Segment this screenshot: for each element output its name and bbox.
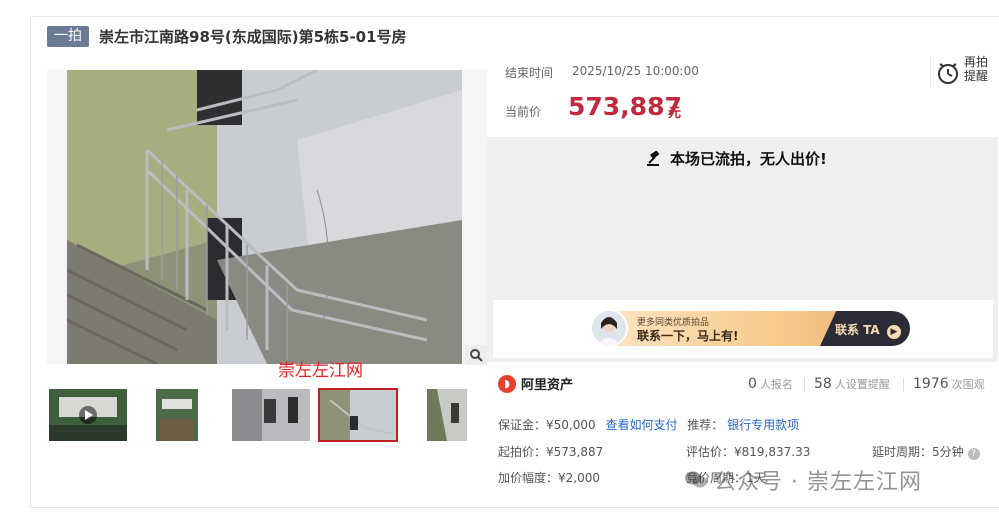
appraisal-price: 评估价：¥819,837.33 <box>686 445 811 459</box>
main-photo[interactable] <box>47 70 487 364</box>
building-thumb-image <box>49 389 127 441</box>
thumbnail-building[interactable] <box>138 389 216 441</box>
thumbnail-video[interactable] <box>49 389 127 441</box>
gavel-icon <box>647 150 660 166</box>
ali-assets-icon: ◗ <box>498 374 516 393</box>
corridor-thumb-image <box>232 389 310 441</box>
remind-label[interactable]: 再拍提醒 <box>964 55 992 83</box>
price-unit: 元 <box>668 106 682 121</box>
contact-ta-button[interactable]: 联系 TA ▶ <box>835 321 901 339</box>
signups-count: 0 <box>748 376 757 392</box>
stairs-thumb-image <box>427 389 467 441</box>
views-stat: 1976 次围观 <box>913 376 985 392</box>
agent-avatar <box>590 309 628 347</box>
zoom-icon[interactable] <box>465 345 487 365</box>
thumbnail-corridor[interactable] <box>232 389 310 441</box>
current-price-label: 当前价 <box>505 105 542 119</box>
help-icon[interactable]: ? <box>967 448 980 460</box>
person-icon <box>592 311 626 345</box>
signups-stat: 0 人报名 <box>748 376 793 392</box>
thumbnail-stairs-partial[interactable] <box>427 389 467 441</box>
wechat-watermark-text: 公众号 · 崇左左江网 <box>714 470 922 495</box>
page-title: 崇左市江南路98号(东成国际)第5栋5-01号房 <box>99 28 407 46</box>
wechat-watermark: 公众号 · 崇左左江网 <box>684 464 922 496</box>
divider <box>903 378 904 392</box>
delay-period: 延时周期：5分钟? <box>872 443 980 460</box>
current-price-value: 573,887 <box>568 92 682 121</box>
auction-round-tag: 一拍 <box>47 26 89 47</box>
status-message: 本场已流拍，无人出价! <box>670 150 827 168</box>
auction-status: 本场已流拍，无人出价! <box>646 148 827 169</box>
how-to-pay-link[interactable]: 查看如何支付 <box>605 418 677 432</box>
recommend-label: 推荐： <box>687 418 724 432</box>
photo-watermark: 崇左左江网 <box>278 361 363 381</box>
banner-title: 联系一下，马上有! <box>637 329 739 343</box>
reminders-stat: 58 人设置提醒 <box>814 376 890 392</box>
contact-ta-label: 联系 TA <box>835 323 880 337</box>
divider <box>804 378 805 392</box>
wechat-icon <box>685 471 707 488</box>
bank-payment-link[interactable]: 银行专用款项 <box>727 418 799 432</box>
building-thumb-image <box>156 389 198 441</box>
signups-label: 人报名 <box>759 378 793 391</box>
start-price: 起拍价：¥573,887 <box>498 445 604 459</box>
delay-period-value: 延时周期：5分钟 <box>872 445 964 459</box>
thumbnail-stairwell-selected[interactable] <box>318 388 398 442</box>
bid-increment: 加价幅度：¥2,000 <box>498 471 600 485</box>
chevron-right-icon: ▶ <box>886 325 901 339</box>
deposit-row: 保证金：¥50,000 查看如何支付 推荐： 银行专用款项 <box>498 416 799 433</box>
reminders-count: 58 <box>814 376 832 392</box>
ali-assets-name: 阿里资产 <box>521 378 574 393</box>
stairwell-thumb-image <box>320 390 396 440</box>
views-count: 1976 <box>913 376 949 392</box>
end-time-label: 结束时间 <box>505 66 554 80</box>
stairwell-photo <box>67 70 462 364</box>
deposit-value: 保证金：¥50,000 <box>498 418 596 432</box>
alarm-clock-icon <box>938 63 958 84</box>
title-row: 一拍 崇左市江南路98号(东成国际)第5栋5-01号房 <box>47 26 407 47</box>
views-label: 次围观 <box>951 378 985 391</box>
ali-assets-logo[interactable]: ◗ 阿里资产 <box>498 374 573 393</box>
reminders-label: 人设置提醒 <box>834 378 890 391</box>
end-time-value: 2025/10/25 10:00:00 <box>572 64 699 78</box>
